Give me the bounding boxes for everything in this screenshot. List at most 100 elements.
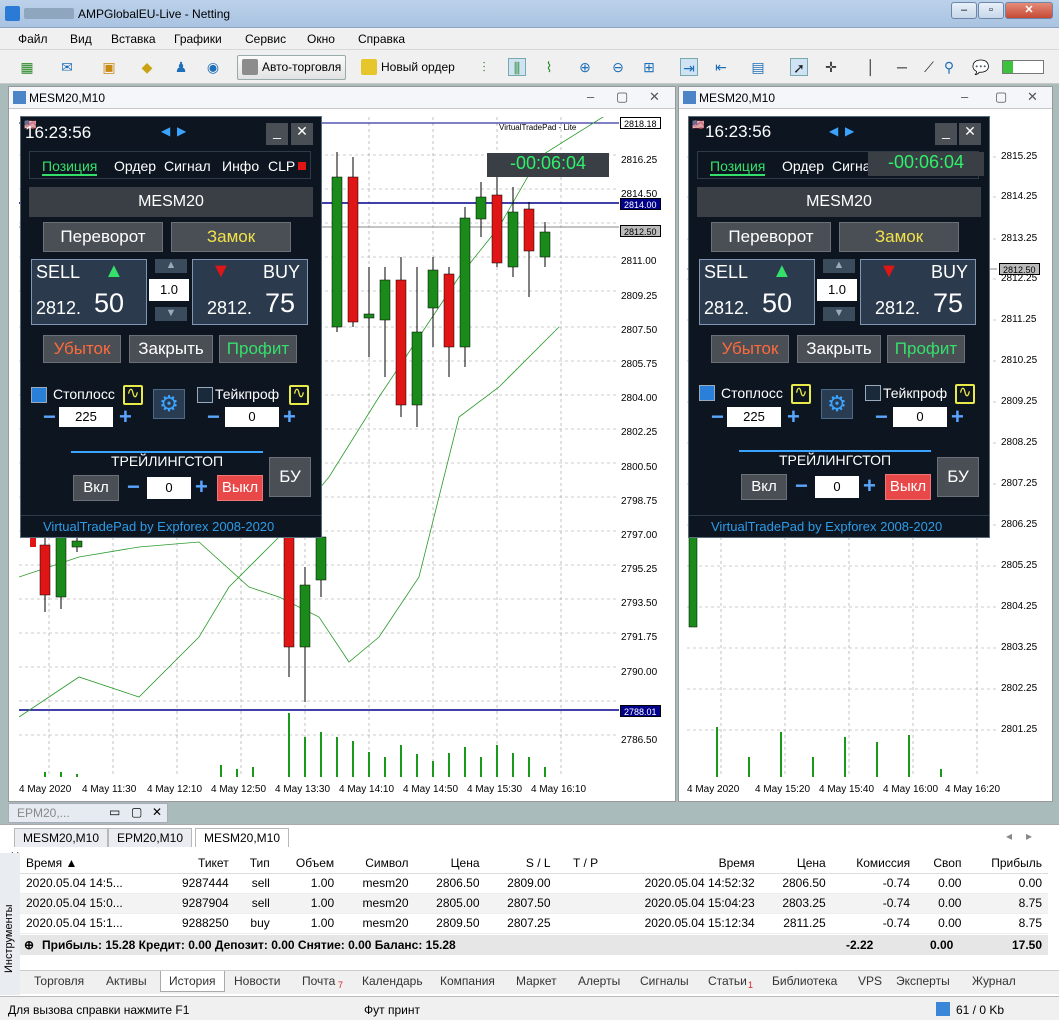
auto-trading-button[interactable]: Авто-торговля [237,55,347,80]
panel-close-button[interactable]: ✕ [959,123,981,145]
autoscroll-icon[interactable]: ⇥ [680,58,698,76]
lock-button[interactable]: Замок [171,222,291,252]
tab-signal[interactable]: Сигна [832,158,871,174]
settings-gear-icon[interactable]: ⚙ [153,389,185,419]
history-row[interactable]: 2020.05.04 15:0... 9287904 sell 1.00 mesm20 2… [20,893,1048,914]
tab-signals[interactable]: Сигналы [632,971,697,991]
close-profit-button[interactable]: Профит [219,335,297,363]
profiles-icon[interactable]: ✉ [58,58,76,76]
tp-decrease-button[interactable]: − [875,406,888,428]
takeprofit-checkbox[interactable] [197,387,213,403]
lot-increase-button[interactable]: ▲ [823,259,855,273]
panel-footer-link[interactable]: VirtualTradePad by Expforex 2008-2020 [711,519,942,534]
tp-increase-button[interactable]: + [951,406,964,428]
prev-symbol-icon[interactable]: ◀ [829,124,838,138]
chart-tab[interactable]: EPM20,M10 [108,828,193,847]
menu-window[interactable]: Окно [307,32,335,46]
close-loss-button[interactable]: Убыток [43,335,121,363]
history-row[interactable]: 2020.05.04 15:1... 9288250 buy 1.00 mesm20 28… [20,913,1048,934]
candlestick-icon[interactable]: ⫼ [508,58,526,76]
trailing-off-button[interactable]: Выкл [885,474,931,500]
tab-signal[interactable]: Сигнал [164,158,211,174]
tab-info[interactable]: Инфо [222,158,259,174]
buy-button[interactable]: ▼ BUY 2812. 75 [192,259,308,325]
chart-tab-active[interactable]: MESM20,M10 [195,828,290,847]
stoploss-input[interactable]: 225 [727,407,781,427]
menu-help[interactable]: Справка [358,32,405,46]
col-close-time[interactable]: Время [604,853,761,874]
trail-decrease-button[interactable]: − [795,475,808,497]
trailing-off-button[interactable]: Выкл [217,475,263,501]
bar-chart-icon[interactable]: ⫶ [475,58,493,76]
col-type[interactable]: Тип [234,853,276,874]
chart-minimize-button[interactable]: – [961,89,968,104]
takeprofit-wave-icon[interactable]: ∿ [955,384,975,404]
col-ticket[interactable]: Тикет [159,853,235,874]
lock-button[interactable]: Замок [839,222,959,252]
trendline-icon[interactable]: ⟋ [920,58,938,76]
scroll-left-icon[interactable]: ◂ [1006,829,1012,843]
chart-maximize-button[interactable]: ▢ [616,89,628,105]
sl-decrease-button[interactable]: − [43,406,56,428]
close-all-button[interactable]: Закрыть [797,335,881,363]
reverse-button[interactable]: Переворот [711,222,831,252]
tp-decrease-button[interactable]: − [207,406,220,428]
lot-decrease-button[interactable]: ▼ [155,307,187,321]
market-watch-icon[interactable]: ◆ [138,58,156,76]
breakeven-button[interactable]: БУ [269,457,311,497]
chart-maximize-button[interactable]: ▢ [995,89,1007,105]
stoploss-checkbox[interactable] [699,385,715,401]
tab-position[interactable]: Позиция [42,158,98,176]
scroll-right-icon[interactable]: ▸ [1026,829,1032,843]
signals-icon[interactable]: ◉ [204,58,222,76]
chart-tab[interactable]: MESM20,M10 [14,828,109,847]
maximize-icon[interactable]: ▢ [131,805,142,819]
tab-mail[interactable]: Почта [294,971,343,991]
trailing-input[interactable]: 0 [147,477,191,499]
col-symbol[interactable]: Символ [340,853,415,874]
col-commission[interactable]: Комиссия [831,853,917,874]
tab-alerts[interactable]: Алерты [570,971,628,991]
stoploss-wave-icon[interactable]: ∿ [791,384,811,404]
takeprofit-input[interactable]: 0 [225,407,279,427]
indicators-icon[interactable]: ▤ [749,58,767,76]
sl-decrease-button[interactable]: − [711,406,724,428]
stoploss-checkbox[interactable] [31,387,47,403]
maximize-button[interactable]: ▫ [978,2,1004,19]
tab-history[interactable]: История [160,971,225,992]
next-symbol-icon[interactable]: ▶ [845,124,854,138]
tab-order[interactable]: Ордер [114,158,156,174]
line-chart-icon[interactable]: ⌇ [540,58,558,76]
buy-button[interactable]: ▼ BUY 2812. 75 [860,259,976,325]
tab-news[interactable]: Новости [226,971,288,991]
next-symbol-icon[interactable]: ▶ [177,124,186,138]
col-sl[interactable]: S / L [485,853,557,874]
tab-library[interactable]: Библиотека [764,971,845,991]
close-icon[interactable]: ✕ [152,805,162,819]
navigator-icon[interactable]: ♟ [172,58,190,76]
tab-market[interactable]: Маркет [508,971,565,991]
zoom-in-icon[interactable]: ⊕ [576,58,594,76]
tab-vps[interactable]: VPS [850,971,890,991]
chart-close-button[interactable]: ✕ [649,89,660,105]
sell-button[interactable]: SELL ▲ 2812. 50 [699,259,815,325]
panel-close-button[interactable]: ✕ [291,123,313,145]
takeprofit-checkbox[interactable] [865,385,881,401]
panel-minimize-button[interactable]: _ [935,123,957,145]
col-swap[interactable]: Своп [916,853,968,874]
lot-decrease-button[interactable]: ▼ [823,307,855,321]
tab-position[interactable]: Позиция [710,158,766,176]
col-price[interactable]: Цена [414,853,486,874]
sell-button[interactable]: SELL ▲ 2812. 50 [31,259,147,325]
new-order-button[interactable]: Новый ордер [356,55,460,80]
close-loss-button[interactable]: Убыток [711,335,789,363]
menu-tools[interactable]: Сервис [245,32,286,46]
menu-charts[interactable]: Графики [174,32,222,46]
tile-windows-icon[interactable]: ⊞ [640,58,658,76]
tab-order[interactable]: Ордер [782,158,824,174]
horizontal-line-icon[interactable]: ─ [893,58,911,76]
crosshair-icon[interactable]: ✛ [822,58,840,76]
tab-calendar[interactable]: Календарь [354,971,431,991]
settings-gear-icon[interactable]: ⚙ [821,389,853,419]
search-icon[interactable]: ⚲ [940,58,958,76]
